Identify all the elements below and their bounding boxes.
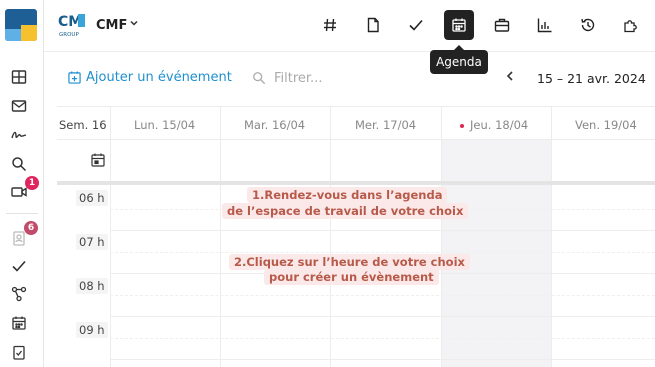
week-number: Sem. 16 [59,118,107,132]
left-rail: 1 6 [0,0,44,367]
calendar-plus-icon [68,71,81,84]
app: 1 6 CM GROUP CMF Agenda Ajouter un événe… [0,0,655,367]
document-icon[interactable] [358,10,388,40]
hour-label: 06 h [76,190,108,206]
chevron-left-icon [506,71,513,81]
day-header[interactable]: Mer. 17/04 [355,118,416,132]
briefcase-icon[interactable] [487,10,517,40]
column-divider [330,106,331,367]
workspace-name[interactable]: CMF [96,18,127,33]
all-day-divider [57,181,655,185]
instruction-step2-line2: pour créer un évènement [264,269,439,285]
day-header-today[interactable]: Jeu. 18/04 [460,118,528,132]
filter-input[interactable] [274,70,424,86]
column-divider [551,106,552,367]
day-header[interactable]: Ven. 19/04 [575,118,637,132]
column-divider [110,106,111,367]
cmf-logo[interactable]: CM GROUP [56,9,88,39]
signature-icon[interactable] [10,126,28,144]
mail-icon[interactable] [10,97,28,115]
half-hour-line [110,295,655,296]
contacts-badge: 6 [24,221,38,235]
instruction-step2-line1: 2.Cliquez sur l’heure de votre choix [229,254,470,270]
filter-field[interactable] [252,66,452,90]
add-event-label: Ajouter un événement [86,70,232,85]
hour-line [110,359,655,360]
app-logo[interactable] [5,9,37,41]
history-icon[interactable] [573,10,603,40]
search-icon [253,72,266,85]
hour-label: 07 h [76,234,108,250]
day-header[interactable]: Mar. 16/04 [244,118,305,132]
add-event-button[interactable]: Ajouter un événement [68,70,232,85]
agenda-calendar-icon[interactable] [444,10,474,40]
dashboard-icon[interactable] [10,68,28,86]
tasks-check-icon[interactable] [10,257,28,275]
column-divider [441,106,442,367]
hour-label: 09 h [76,322,108,338]
all-day-calendar-icon [91,153,105,167]
chevron-down-icon[interactable] [129,18,139,31]
logo-subtitle: GROUP [59,32,79,38]
day-header-label: Jeu. 18/04 [470,118,529,132]
hour-label: 08 h [76,278,108,294]
hour-line [110,316,655,317]
calendar-header: Sem. 16 Lun. 15/04 Mar. 16/04 Mer. 17/04… [57,106,655,140]
previous-week-button[interactable] [505,70,515,86]
puzzle-icon[interactable] [616,10,646,40]
half-hour-line [110,252,655,253]
hour-line [110,230,655,231]
search-icon[interactable] [10,155,28,173]
clipboard-check-icon[interactable] [10,343,28,361]
hash-icon[interactable] [315,10,345,40]
date-range: 15 – 21 avr. 2024 [537,71,646,86]
column-divider [220,106,221,367]
video-badge: 1 [25,176,39,190]
rail-divider [6,213,38,214]
instruction-step1-line2: de l’espace de travail de votre choix [222,203,469,219]
workflow-icon[interactable] [10,285,28,303]
chart-icon[interactable] [530,10,560,40]
check-icon[interactable] [401,10,431,40]
instruction-step1-line1: 1.Rendez-vous dans l’agenda [247,187,448,203]
half-hour-line [110,338,655,339]
top-bar: CM GROUP CMF [44,0,655,52]
today-dot [460,123,464,128]
week-calendar: Sem. 16 Lun. 15/04 Mar. 16/04 Mer. 17/04… [57,106,655,367]
calendar-rail-icon[interactable] [10,314,28,332]
day-header[interactable]: Lun. 15/04 [134,118,195,132]
